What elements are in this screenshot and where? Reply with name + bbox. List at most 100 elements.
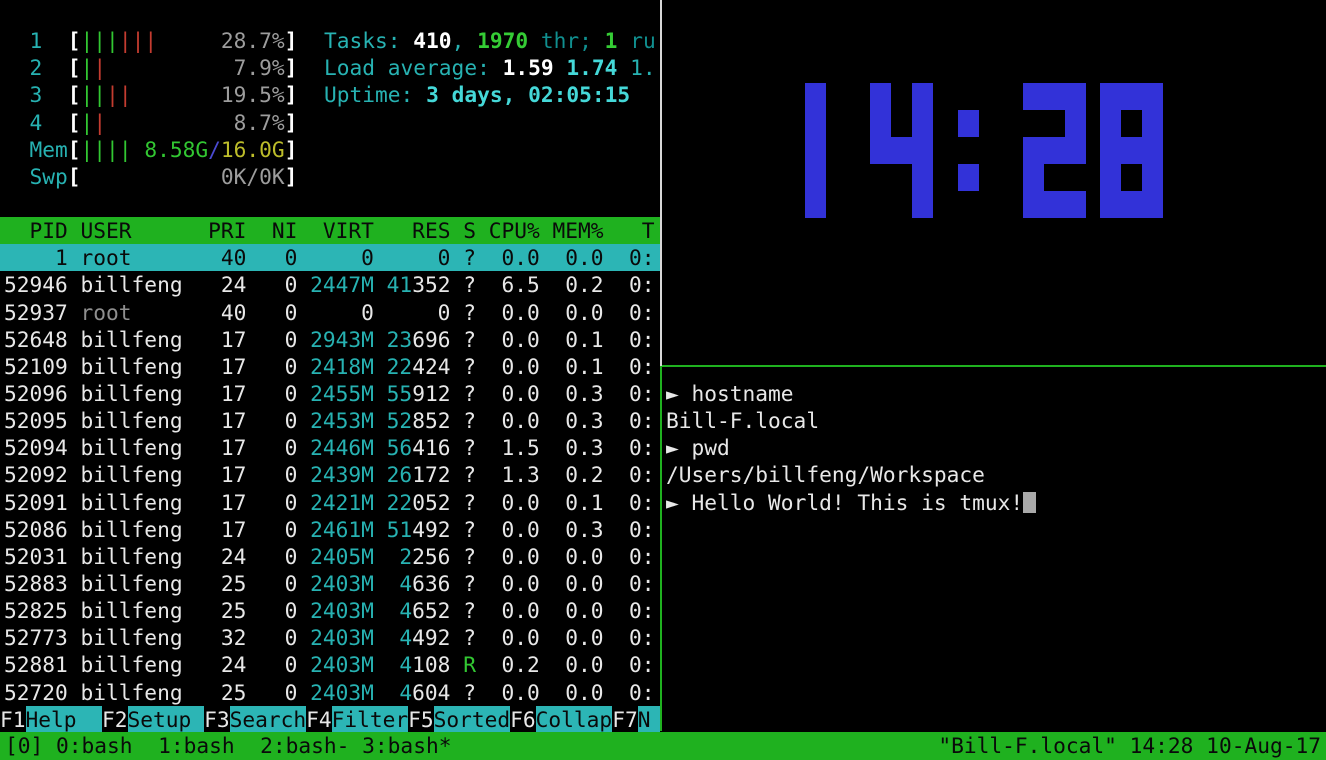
header-cell-ni[interactable]: NI xyxy=(259,217,297,244)
tasks-count: 410 xyxy=(413,28,451,53)
fkey-f3[interactable]: F3Search xyxy=(204,706,306,733)
uptime-label: Uptime: xyxy=(324,82,426,107)
header-cell-s[interactable]: S xyxy=(463,217,476,244)
process-row[interactable]: 52096 billfeng 17 0 2455M 55912 ? 0.0 0.… xyxy=(0,380,660,407)
cell-spacer xyxy=(246,299,259,326)
header-cell-pid[interactable]: PID xyxy=(4,217,68,244)
process-row[interactable]: 52031 billfeng 24 0 2405M 2256 ? 0.0 0.0… xyxy=(0,543,660,570)
process-row[interactable]: 52825 billfeng 25 0 2403M 4652 ? 0.0 0.0… xyxy=(0,597,660,624)
cell-time: 0: xyxy=(616,244,654,271)
fkey-f1[interactable]: F1Help xyxy=(0,706,102,733)
process-row[interactable]: 52720 billfeng 25 0 2403M 4604 ? 0.0 0.0… xyxy=(0,679,660,706)
cell-spacer xyxy=(540,271,553,298)
clock-segment xyxy=(1023,137,1044,164)
cell-spacer xyxy=(68,489,81,516)
cell-mem: 0.0 xyxy=(553,570,604,597)
process-row[interactable]: 52095 billfeng 17 0 2453M 52852 ? 0.0 0.… xyxy=(0,407,660,434)
process-row[interactable]: 52946 billfeng 24 0 2447M 41352 ? 6.5 0.… xyxy=(0,271,660,298)
cell-cpu: 0.0 xyxy=(489,597,540,624)
cell-spacer xyxy=(540,624,553,651)
process-row[interactable]: 52648 billfeng 17 0 2943M 23696 ? 0.0 0.… xyxy=(0,326,660,353)
cell-spacer xyxy=(604,380,617,407)
tmux-status-windows: [0] 0:bash 1:bash 2:bash- 3:bash* xyxy=(0,733,451,758)
clock-segment xyxy=(912,83,933,110)
header-cell-res[interactable]: RES xyxy=(387,217,451,244)
fkey-f2[interactable]: F2Setup xyxy=(102,706,204,733)
fkey-f5[interactable]: F5Sorted xyxy=(408,706,510,733)
header-spacer xyxy=(476,217,489,244)
res-kilobytes: 852 xyxy=(412,408,450,433)
cell-spacer xyxy=(297,570,310,597)
cell-pid: 52946 xyxy=(4,271,68,298)
htop-fkey-bar: F1Help F2Setup F3SearchF4FilterF5SortedF… xyxy=(0,706,660,733)
clock-segment xyxy=(805,110,826,137)
cell-spacer xyxy=(540,299,553,326)
cell-cpu: 0.0 xyxy=(489,679,540,706)
cell-mem: 0.3 xyxy=(553,380,604,407)
cell-spacer xyxy=(68,679,81,706)
header-cell-user[interactable]: USER xyxy=(81,217,209,244)
cell-spacer xyxy=(68,651,81,678)
cell-mem: 0.0 xyxy=(553,244,604,271)
fkey-f4[interactable]: F4Filter xyxy=(306,706,408,733)
header-cell-time[interactable]: T xyxy=(616,217,654,244)
terminal-cursor[interactable] xyxy=(1023,492,1036,513)
process-row[interactable]: 52086 billfeng 17 0 2461M 51492 ? 0.0 0.… xyxy=(0,516,660,543)
clock-segment xyxy=(805,137,826,164)
cell-spacer xyxy=(246,271,259,298)
header-cell-virt[interactable]: VIRT xyxy=(310,217,374,244)
process-row[interactable]: 1 root 40 0 0 0 ? 0.0 0.0 0: xyxy=(0,244,660,271)
cell-pri: 25 xyxy=(208,597,246,624)
cell-virt: 2943M xyxy=(310,326,374,353)
cell-pri: 17 xyxy=(208,326,246,353)
prompt-arrow-icon: ► xyxy=(666,381,692,406)
cell-pri: 24 xyxy=(208,651,246,678)
process-row[interactable]: 52094 billfeng 17 0 2446M 56416 ? 1.5 0.… xyxy=(0,434,660,461)
clock-segment xyxy=(1044,83,1065,110)
process-row[interactable]: 52109 billfeng 17 0 2418M 22424 ? 0.0 0.… xyxy=(0,353,660,380)
cpu-meter-3-label: 3 xyxy=(4,82,68,107)
cell-ni: 0 xyxy=(259,489,297,516)
process-row[interactable]: 52091 billfeng 17 0 2421M 22052 ? 0.0 0.… xyxy=(0,489,660,516)
cell-spacer xyxy=(297,271,310,298)
process-row[interactable]: 52773 billfeng 32 0 2403M 4492 ? 0.0 0.0… xyxy=(0,624,660,651)
fkey-f6[interactable]: F6Collap xyxy=(510,706,612,733)
cell-spacer xyxy=(476,353,489,380)
header-spacer xyxy=(604,217,617,244)
process-row[interactable]: 52881 billfeng 24 0 2403M 4108 R 0.2 0.0… xyxy=(0,651,660,678)
header-cell-pri[interactable]: PRI xyxy=(208,217,246,244)
fkey-f7[interactable]: F7N xyxy=(612,706,660,733)
cell-pid: 52092 xyxy=(4,461,68,488)
mem-bars-green: |||| xyxy=(81,137,132,162)
clock-segment xyxy=(958,110,979,137)
cell-spacer xyxy=(476,407,489,434)
cell-spacer xyxy=(604,543,617,570)
cell-res: 4604 xyxy=(387,679,451,706)
clock-segment xyxy=(891,137,912,164)
cell-spacer xyxy=(297,407,310,434)
cell-spacer xyxy=(604,244,617,271)
clock-segment xyxy=(1142,164,1163,191)
cell-virt: 2447M xyxy=(310,271,374,298)
process-row[interactable]: 52937 root 40 0 0 0 ? 0.0 0.0 0: xyxy=(0,299,660,326)
cell-spacer xyxy=(374,271,387,298)
cell-s: ? xyxy=(463,624,476,651)
cell-ni: 0 xyxy=(259,353,297,380)
cell-mem: 0.1 xyxy=(553,353,604,380)
cell-ni: 0 xyxy=(259,461,297,488)
header-cell-cpu[interactable]: CPU% xyxy=(489,217,540,244)
cell-virt: 0 xyxy=(310,244,374,271)
cell-cpu: 0.0 xyxy=(489,570,540,597)
cell-spacer xyxy=(297,489,310,516)
res-kilobytes: 696 xyxy=(412,327,450,352)
header-cell-mem[interactable]: MEM% xyxy=(553,217,604,244)
clock-segment xyxy=(1121,83,1142,110)
cell-user: billfeng xyxy=(81,326,209,353)
swap-value: 0K/0K xyxy=(81,164,285,189)
cell-cpu: 1.5 xyxy=(489,434,540,461)
process-row[interactable]: 52883 billfeng 25 0 2403M 4636 ? 0.0 0.0… xyxy=(0,570,660,597)
cell-cpu: 0.0 xyxy=(489,516,540,543)
res-megabytes: 23 xyxy=(387,327,413,352)
process-row[interactable]: 52092 billfeng 17 0 2439M 26172 ? 1.3 0.… xyxy=(0,461,660,488)
cell-time: 0: xyxy=(616,380,654,407)
